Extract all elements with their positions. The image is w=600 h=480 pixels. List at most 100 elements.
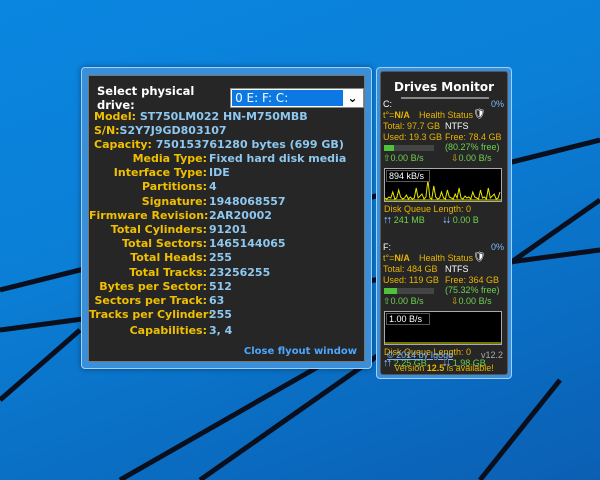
drive-info-flyout: Select physical drive: 0 E: F: C: ⌄ Mode…	[81, 67, 372, 369]
capacity-row: Capacity: 750153761280 bytes (699 GB)	[94, 138, 344, 151]
download-speed: ⇩0.00 B/s	[451, 296, 492, 307]
field-label: Interface Type:	[113, 166, 207, 180]
update-version: 12.5	[426, 363, 445, 373]
model-label: Model:	[94, 110, 137, 123]
update-suffix: is available!	[444, 363, 494, 373]
graph-line	[385, 179, 501, 201]
drive-activity-percent: 0%	[490, 242, 504, 252]
free-percent: (80.27% free)	[445, 142, 500, 152]
download-tray-icon: ⮇	[443, 215, 451, 225]
drive-letter: C:	[383, 99, 392, 109]
filesystem: NTFS	[445, 121, 469, 131]
arrow-down-icon: ⇩	[451, 153, 459, 163]
field-value: 4	[209, 180, 217, 194]
field-label: Total Cylinders:	[110, 223, 207, 236]
disk-throughput-graph: 894 kB/s	[384, 168, 502, 202]
usage-bar	[384, 145, 434, 151]
copyright-link[interactable]: © 2014 by Igogo	[387, 350, 453, 360]
field-value: 63	[209, 294, 225, 307]
field-value: 512	[209, 279, 232, 293]
temperature: t°=N/A	[383, 110, 410, 120]
temp-label: t°=	[383, 110, 395, 120]
update-available-link[interactable]: Version 12.5 is available!	[381, 363, 507, 373]
read-total-value: 241 MB	[393, 215, 425, 225]
field-value: 91201	[209, 223, 248, 236]
capacity-label: Capacity:	[94, 138, 152, 151]
field-value: 255	[209, 251, 232, 265]
temp-label: t°=	[383, 253, 395, 263]
read-total: ⮅ 241 MB	[384, 215, 425, 226]
shield-icon: 🛡	[473, 252, 486, 263]
drive-select-value: 0 E: F: C:	[232, 90, 343, 106]
disk-queue-length: Disk Queue Length: 0	[384, 204, 472, 214]
field-label: Total Tracks:	[129, 265, 207, 279]
health-status-link[interactable]: Health Status	[419, 110, 473, 120]
field-label: Media Type:	[132, 152, 207, 165]
field-label: Signature:	[141, 194, 207, 208]
upload-tray-icon: ⮅	[384, 215, 392, 225]
field-value: 3, 4	[209, 324, 233, 338]
select-drive-label: Select physical drive:	[97, 84, 195, 112]
gadget-title: Drives Monitor	[393, 80, 494, 94]
shield-icon: 🛡	[473, 109, 486, 120]
upload-speed: ⇧0.00 B/s	[383, 153, 424, 164]
drives-monitor-gadget: Drives Monitor C: 0% t°=N/A Health Statu…	[376, 67, 512, 379]
write-total-value: 0.00 B	[452, 215, 479, 225]
drive-select[interactable]: 0 E: F: C: ⌄	[230, 88, 364, 108]
field-label: Sectors per Track:	[94, 294, 208, 307]
arrow-up-icon: ⇧	[383, 296, 391, 306]
update-prefix: Version	[394, 363, 427, 373]
write-total: ⮇ 0.00 B	[443, 215, 479, 226]
upload-speed: ⇧0.00 B/s	[383, 296, 424, 307]
field-value: IDE	[209, 166, 230, 180]
drive-letter: F:	[383, 242, 391, 252]
temp-value: N/A	[394, 110, 410, 120]
model-value: ST750LM022 HN-M750MBB	[139, 110, 308, 123]
total-size: Total: 484 GB	[383, 264, 438, 274]
graph-scale-label: 1.00 B/s	[386, 313, 430, 325]
temperature: t°=N/A	[383, 253, 410, 263]
disk-throughput-graph: 1.00 B/s	[384, 311, 502, 345]
chevron-down-icon[interactable]: ⌄	[343, 90, 362, 106]
field-label: Bytes per Sector:	[99, 279, 207, 293]
sn-value: S2Y7J9GD803107	[119, 124, 227, 137]
arrow-up-icon: ⇧	[383, 153, 391, 163]
field-label: Total Sectors:	[122, 237, 207, 251]
close-flyout-link[interactable]: Close flyout window	[244, 346, 357, 357]
sn-label: S/N:	[94, 124, 120, 137]
drive-activity-percent: 0%	[490, 99, 504, 109]
filesystem: NTFS	[445, 264, 469, 274]
field-value: 2AR20002	[209, 208, 272, 222]
used-size: Used: 19.3 GB	[383, 132, 443, 142]
field-value: 1465144065	[209, 237, 286, 251]
upload-value: 0.00 B/s	[390, 153, 424, 163]
sn-row: S/N:S2Y7J9GD803107	[94, 124, 227, 137]
usage-bar	[384, 288, 434, 294]
model-row: Model: ST750LM022 HN-M750MBB	[94, 110, 308, 123]
field-value: 23256255	[209, 265, 271, 279]
version-label: v12.2	[480, 350, 503, 360]
download-speed: ⇩0.00 B/s	[451, 153, 492, 164]
upload-value: 0.00 B/s	[390, 296, 424, 306]
download-value: 0.00 B/s	[458, 153, 492, 163]
field-label: Capabilities:	[129, 324, 207, 338]
field-label: Tracks per Cylinder:	[89, 308, 213, 322]
download-value: 0.00 B/s	[458, 296, 492, 306]
title-divider	[401, 97, 489, 99]
field-label: Total Heads:	[130, 251, 207, 265]
field-value: 1948068557	[209, 194, 286, 208]
field-value: 255	[209, 308, 232, 322]
arrow-down-icon: ⇩	[451, 296, 459, 306]
health-status-link[interactable]: Health Status	[419, 253, 473, 263]
capacity-value: 750153761280 bytes (699 GB)	[155, 138, 344, 151]
field-label: Firmware Revision:	[89, 208, 209, 222]
graph-scale-label: 894 kB/s	[386, 170, 430, 182]
field-value: Fixed hard disk media	[209, 152, 347, 165]
total-size: Total: 97.7 GB	[383, 121, 441, 131]
free-size: Free: 78.4 GB	[445, 132, 502, 142]
free-percent: (75.32% free)	[445, 285, 500, 295]
free-size: Free: 364 GB	[445, 275, 500, 285]
used-size: Used: 119 GB	[383, 275, 439, 285]
field-label: Partitions:	[141, 180, 207, 194]
temp-value: N/A	[394, 253, 410, 263]
